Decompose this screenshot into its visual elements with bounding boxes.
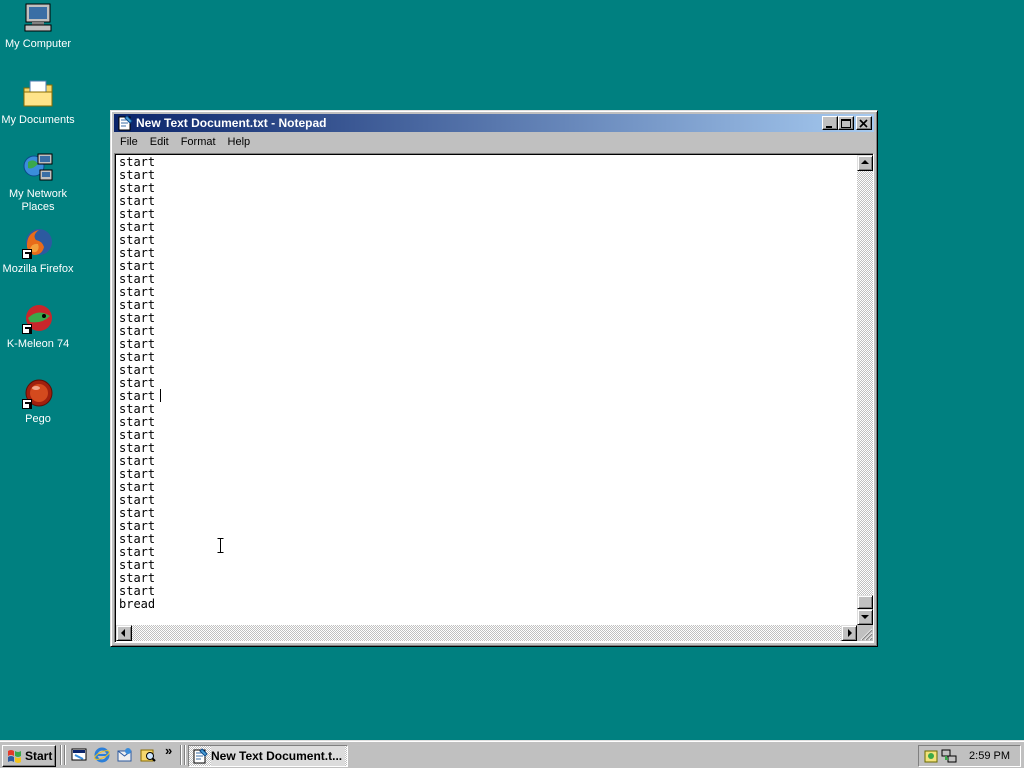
- menu-bar: File Edit Format Help: [114, 133, 874, 152]
- network-connection-icon[interactable]: [941, 748, 957, 764]
- desktop-icon-label: My Documents: [1, 114, 75, 126]
- desktop-icon-pego[interactable]: Pego: [0, 377, 76, 426]
- start-label: Start: [25, 749, 53, 763]
- menu-format[interactable]: Format: [175, 133, 222, 152]
- show-desktop-icon[interactable]: [71, 747, 87, 763]
- desktop-icon-label: Pego: [25, 413, 51, 425]
- vertical-scrollbar[interactable]: [857, 155, 873, 625]
- tray-app-icon[interactable]: [923, 748, 939, 764]
- taskbar-separator: [184, 745, 186, 765]
- window-title: New Text Document.txt - Notepad: [136, 116, 327, 130]
- desktop-icon-my-documents[interactable]: My Documents: [0, 78, 76, 127]
- text-caret: [160, 389, 161, 402]
- minimize-icon: [826, 126, 832, 128]
- desktop: My Computer My Documents My Network Plac…: [0, 0, 1024, 740]
- maximize-icon: [841, 119, 851, 128]
- shortcut-arrow-icon: [22, 324, 32, 334]
- menu-edit[interactable]: Edit: [144, 133, 175, 152]
- minimize-button[interactable]: [822, 116, 838, 130]
- close-icon: [859, 119, 868, 128]
- text-editor[interactable]: start start start start start start star…: [114, 153, 874, 643]
- scroll-right-button[interactable]: [841, 625, 857, 641]
- shortcut-arrow-icon: [22, 399, 32, 409]
- arrow-right-icon: [848, 629, 852, 637]
- explorer-icon[interactable]: [140, 747, 156, 763]
- taskbar-item-label: New Text Document.t...: [211, 746, 345, 766]
- maximize-button[interactable]: [838, 116, 854, 130]
- clock[interactable]: 2:59 PM: [969, 746, 1010, 766]
- firefox-icon: [22, 227, 54, 259]
- desktop-icon-label: Mozilla Firefox: [2, 263, 74, 275]
- windows-logo-icon: [8, 750, 21, 763]
- menu-file[interactable]: File: [114, 133, 144, 152]
- notepad-icon: [193, 748, 208, 764]
- menu-help[interactable]: Help: [222, 133, 257, 152]
- desktop-icon-my-computer[interactable]: My Computer: [0, 2, 76, 51]
- resize-grip-icon: [860, 628, 873, 641]
- shortcut-arrow-icon: [22, 249, 32, 259]
- window-titlebar[interactable]: New Text Document.txt - Notepad: [114, 114, 874, 132]
- outlook-icon[interactable]: [117, 747, 133, 763]
- arrow-down-icon: [861, 615, 869, 619]
- taskbar-item-notepad[interactable]: New Text Document.t...: [188, 745, 348, 767]
- start-button[interactable]: Start: [2, 745, 56, 767]
- scroll-down-button[interactable]: [857, 609, 873, 625]
- scroll-thumb-vertical[interactable]: [857, 595, 873, 609]
- taskbar-separator: [60, 745, 62, 765]
- desktop-icon-kmeleon[interactable]: K-Meleon 74: [0, 302, 76, 351]
- desktop-icon-firefox[interactable]: Mozilla Firefox: [0, 227, 76, 276]
- desktop-icon-label: K-Meleon 74: [6, 338, 70, 350]
- ibeam-cursor-icon: [217, 538, 224, 553]
- scroll-left-button[interactable]: [116, 625, 132, 641]
- desktop-icon-label: My Network Places: [8, 188, 68, 213]
- notepad-icon[interactable]: [117, 115, 133, 131]
- kmeleon-icon: [22, 302, 54, 334]
- ie-icon[interactable]: [94, 747, 110, 763]
- notepad-window[interactable]: New Text Document.txt - Notepad File Edit…: [110, 110, 878, 647]
- quick-launch-chevron[interactable]: »: [165, 744, 172, 758]
- scroll-up-button[interactable]: [857, 155, 873, 171]
- arrow-left-icon: [121, 629, 125, 637]
- network-places-icon: [22, 152, 54, 184]
- taskbar-separator: [180, 745, 182, 765]
- desktop-icon-label: My Computer: [4, 38, 72, 50]
- taskbar: Start » New Text Document.t... 2:59 PM: [0, 740, 1024, 768]
- horizontal-scrollbar[interactable]: [116, 625, 857, 641]
- pego-icon: [22, 377, 54, 409]
- desktop-icon-network-places[interactable]: My Network Places: [0, 152, 76, 214]
- documents-folder-icon: [22, 78, 54, 110]
- document-text[interactable]: start start start start start start star…: [119, 156, 854, 624]
- resize-grip[interactable]: [857, 625, 873, 641]
- computer-icon: [22, 2, 54, 34]
- arrow-up-icon: [861, 160, 869, 164]
- close-button[interactable]: [856, 116, 872, 130]
- system-tray: 2:59 PM: [918, 745, 1021, 767]
- taskbar-separator: [64, 745, 66, 765]
